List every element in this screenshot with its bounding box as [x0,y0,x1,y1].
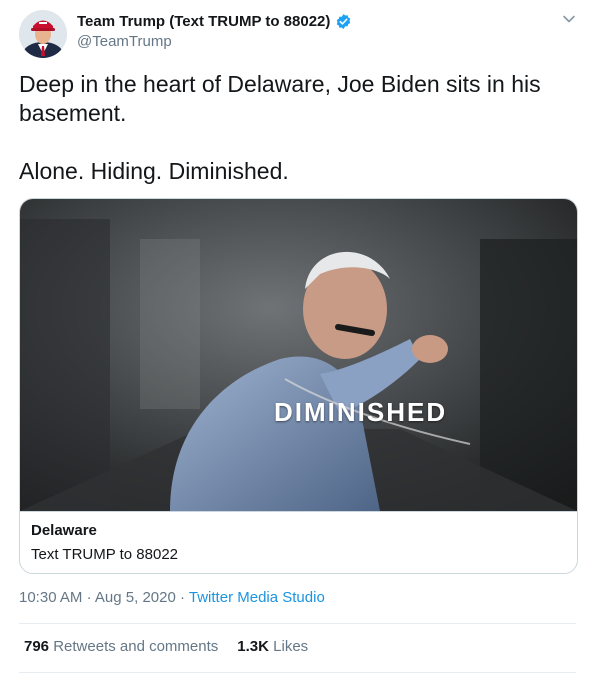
avatar[interactable] [19,10,67,58]
author-display-name[interactable]: Team Trump (Text TRUMP to 88022) [77,13,330,30]
chevron-down-icon[interactable] [562,12,576,26]
card-overlay-text: DIMINISHED [274,397,448,427]
avatar-image [19,10,67,58]
tweet-stats: 796 Retweets and comments 1.3K Likes [24,638,308,655]
tweet-date[interactable]: Aug 5, 2020 [95,589,176,606]
media-card[interactable]: DIMINISHED Delaware Text TRUMP to 88022 [19,198,578,574]
verified-badge-icon [335,13,352,30]
card-footer: Delaware Text TRUMP to 88022 [20,511,577,573]
card-description: Text TRUMP to 88022 [31,546,179,563]
tweet-source-link[interactable]: Twitter Media Studio [189,589,325,606]
tweet-meta: 10:30 AM · Aug 5, 2020 · Twitter Media S… [19,589,325,606]
tweet-time[interactable]: 10:30 AM [19,589,82,606]
likes-count: 1.3K [237,638,269,655]
likes-label: Likes [273,638,309,655]
divider [19,623,576,624]
retweets-count: 796 [24,638,50,655]
meta-separator: · [179,589,185,606]
retweets-label: Retweets and comments [53,638,219,655]
likes-stat[interactable]: 1.3K Likes [237,638,308,655]
meta-separator: · [86,589,92,606]
card-image: DIMINISHED [20,199,577,511]
retweets-stat[interactable]: 796 Retweets and comments [24,638,218,655]
divider [19,672,576,673]
tweet: Team Trump (Text TRUMP to 88022) @TeamTr… [0,0,592,680]
tweet-text: Deep in the heart of Delaware, Joe Biden… [19,71,541,184]
card-title: Delaware [31,522,97,539]
author-handle[interactable]: @TeamTrump [77,33,172,50]
author-name-row: Team Trump (Text TRUMP to 88022) [77,13,352,30]
